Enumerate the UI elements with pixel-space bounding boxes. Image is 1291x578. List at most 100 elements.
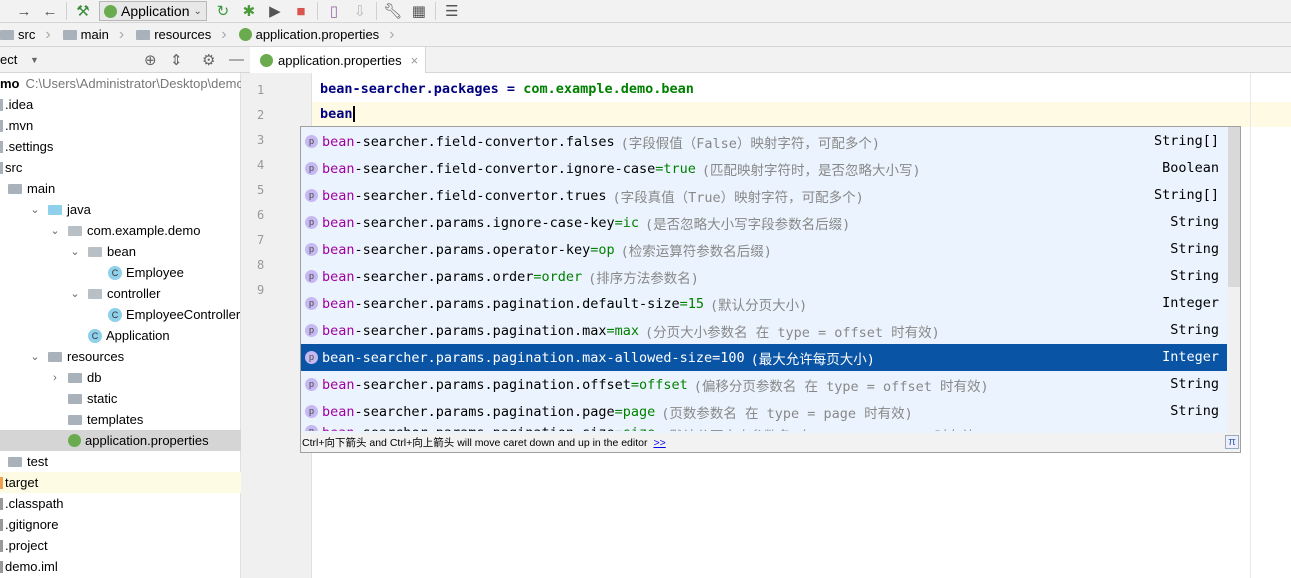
chevron-down-icon[interactable]: ⌄ <box>48 224 62 237</box>
completion-item[interactable]: pbean-searcher.params.pagination.size=si… <box>301 425 1227 431</box>
completion-item[interactable]: p bean -searcher.field-convertor.ignore-ca… <box>301 155 1227 182</box>
chevron-down-icon: ⌄ <box>193 5 202 17</box>
default-value: 15 <box>687 295 705 312</box>
main-toolbar: → ← ⚒ Application ⌄ ↻ ✱ ▶ ■ ▯ ⇩ 🔧︎ ▦ ☰ <box>0 0 1291 23</box>
tree-root[interactable]: mo C:\Users\Administrator\Desktop\demo <box>0 73 244 94</box>
breadcrumb-main[interactable]: main <box>59 26 133 44</box>
root-name: mo <box>0 76 20 91</box>
gear-icon[interactable]: ⚙ <box>202 51 215 69</box>
android-sdk-icon[interactable]: ⇩ <box>350 2 370 20</box>
tree-item[interactable]: ⌄ resources <box>0 346 241 367</box>
default-value: ic <box>622 214 640 231</box>
completion-item[interactable]: p bean -searcher.field-convertor.trues (字段真… <box>301 182 1227 209</box>
property-name: -searcher.params.pagination.offset <box>354 376 631 393</box>
tree-item-label: main <box>27 181 56 196</box>
project-structure-icon[interactable]: ▦ <box>409 2 429 20</box>
pi-icon[interactable]: π <box>1225 435 1239 449</box>
divider <box>66 2 67 20</box>
tree-item[interactable]: .classpath <box>0 493 241 514</box>
chevron-down-icon[interactable]: ⌄ <box>68 287 82 300</box>
completion-item[interactable]: p bean -searcher.params.pagination.page = pa… <box>301 398 1227 425</box>
equals-sign: = <box>533 268 542 285</box>
equals-sign: = <box>614 403 623 420</box>
tab-application-properties[interactable]: application.properties × <box>250 47 426 73</box>
locate-icon[interactable]: ⊕ <box>144 51 157 69</box>
breadcrumb-src[interactable]: src <box>0 26 59 44</box>
property-name: -searcher.params.order <box>354 268 534 285</box>
completion-item[interactable]: p bean -searcher.params.operator-key = op (检索… <box>301 236 1227 263</box>
android-device-icon[interactable]: ▯ <box>324 2 344 20</box>
tree-item[interactable]: demo.iml <box>0 556 241 577</box>
match-prefix: bean <box>322 241 355 258</box>
forward-icon[interactable]: → <box>14 3 34 20</box>
property-description: (最大允许每页大小) <box>750 351 875 368</box>
tree-item[interactable]: C EmployeeController <box>0 304 241 325</box>
folder-icon <box>68 393 82 404</box>
completion-scrollbar[interactable] <box>1228 127 1240 433</box>
back-icon[interactable]: ← <box>40 3 60 20</box>
tree-item[interactable]: main <box>0 178 241 199</box>
chevron-down-icon[interactable]: ⌄ <box>28 350 42 363</box>
tree-item[interactable]: .settings <box>0 136 241 157</box>
dropdown-arrow-icon[interactable]: ▼ <box>30 55 39 65</box>
completion-item[interactable]: p bean -searcher.params.pagination.offset =… <box>301 371 1227 398</box>
completion-item[interactable]: p bean -searcher.params.order = order (排序方法参数… <box>301 263 1227 290</box>
tree-item[interactable]: .idea <box>0 94 241 115</box>
project-view-select[interactable]: ect <box>0 52 17 67</box>
breadcrumb-file[interactable]: application.properties <box>235 26 403 44</box>
tree-item-label: .idea <box>5 97 34 112</box>
tree-item[interactable]: › db <box>0 367 241 388</box>
tree-item[interactable]: static <box>0 388 241 409</box>
match-prefix: bean <box>322 160 355 177</box>
debug-icon[interactable]: ✱ <box>239 2 259 20</box>
sdk-manager-icon[interactable]: ☰ <box>442 2 462 20</box>
tree-item[interactable]: src <box>0 157 241 178</box>
rerun-icon[interactable]: ↻ <box>213 2 233 20</box>
completion-item[interactable]: p bean -searcher.field-convertor.falses (字段… <box>301 128 1227 155</box>
run-coverage-icon[interactable]: ▶ <box>265 2 285 20</box>
breadcrumb-label: main <box>80 27 109 42</box>
property-name: -searcher.params.pagination.max <box>354 322 607 339</box>
tree-item[interactable]: templates <box>0 409 241 430</box>
chevron-down-icon[interactable]: ⌄ <box>28 203 42 216</box>
tree-item[interactable]: ⌄ bean <box>0 241 241 262</box>
folder-icon <box>0 497 3 510</box>
tree-item-label: EmployeeController <box>126 307 241 322</box>
tree-item-label: controller <box>107 286 161 301</box>
tree-item[interactable]: .gitignore <box>0 514 241 535</box>
code-line-1[interactable]: bean-searcher.packages = com.example.dem… <box>320 81 694 97</box>
tree-item[interactable]: C Application <box>0 325 241 346</box>
code-line-2[interactable]: bean <box>320 106 355 122</box>
footer-more-link[interactable]: >> <box>653 437 665 449</box>
chevron-right-icon[interactable]: › <box>48 372 62 384</box>
settings-wrench-icon[interactable]: 🔧︎ <box>383 2 403 20</box>
close-icon[interactable]: × <box>411 53 419 68</box>
completion-item[interactable]: p bean -searcher.params.pagination.max = max… <box>301 317 1227 344</box>
tree-item[interactable]: ⌄ controller <box>0 283 241 304</box>
tree-item[interactable]: target <box>0 472 241 493</box>
scrollbar-thumb[interactable] <box>1228 127 1240 287</box>
breadcrumb-resources[interactable]: resources <box>132 26 234 44</box>
collapse-all-icon[interactable]: ⇕ <box>170 51 183 69</box>
tree-item[interactable]: application.properties <box>0 430 241 451</box>
tree-item[interactable]: .mvn <box>0 115 241 136</box>
completion-item[interactable]: p bean -searcher.params.pagination.max-all… <box>301 344 1227 371</box>
build-hammer-icon[interactable]: ⚒ <box>73 2 93 20</box>
completion-footer: Ctrl+向下箭头 and Ctrl+向上箭头 will move caret … <box>301 433 1240 452</box>
run-config-label: Application <box>121 3 190 19</box>
tree-item-label: resources <box>67 349 125 364</box>
tree-item[interactable]: test <box>0 451 241 472</box>
default-value: page <box>622 403 656 420</box>
chevron-down-icon[interactable]: ⌄ <box>68 245 82 258</box>
tree-item[interactable]: C Employee <box>0 262 241 283</box>
tree-item[interactable]: ⌄ com.example.demo <box>0 220 241 241</box>
run-configuration-select[interactable]: Application ⌄ <box>99 1 207 21</box>
stop-icon[interactable]: ■ <box>291 3 311 20</box>
tree-item[interactable]: ⌄ java <box>0 199 241 220</box>
completion-item[interactable]: p bean -searcher.params.ignore-case-key = ic… <box>301 209 1227 236</box>
tree-item[interactable]: .project <box>0 535 241 556</box>
minimize-icon[interactable]: — <box>229 51 244 68</box>
completion-item[interactable]: p bean -searcher.params.pagination.default… <box>301 290 1227 317</box>
project-tree-scrollbar[interactable] <box>241 73 250 578</box>
folder-icon <box>0 476 3 489</box>
